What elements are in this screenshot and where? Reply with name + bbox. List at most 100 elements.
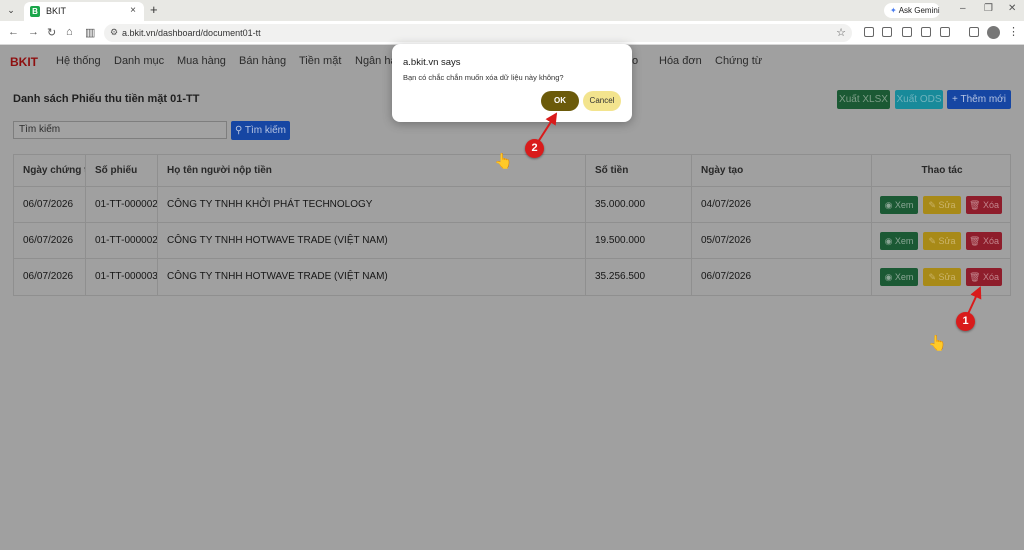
search-icon: ⚲ (234, 125, 245, 136)
page-title: Danh sách Phiếu thu tiền mặt 01-TT (13, 93, 200, 105)
ask-gemini-button[interactable]: ✦ Ask Gemini (884, 3, 940, 18)
browser-tab[interactable]: B BKIT × (24, 2, 144, 21)
export-xlsx-button[interactable]: Xuất XLSX (837, 90, 890, 109)
bookmark-star-icon[interactable]: ☆ (836, 26, 846, 39)
header-amount[interactable]: Số tiền (586, 155, 692, 187)
cell-amount: 19.500.000 (586, 223, 692, 259)
address-bar[interactable]: ⚙ a.bkit.vn/dashboard/document01-tt ☆ (104, 24, 852, 42)
header-created[interactable]: Ngày tạo (692, 155, 872, 187)
delete-button[interactable]: 🗑 Xóa (966, 196, 1002, 214)
restore-icon[interactable]: ❐ (984, 3, 993, 14)
password-key-icon[interactable] (864, 27, 874, 37)
edit-label: Sửa (938, 236, 956, 246)
delete-button[interactable]: 🗑 Xóa (966, 232, 1002, 250)
cell-created: 04/07/2026 (692, 187, 872, 223)
tab-close-icon[interactable]: × (130, 5, 136, 16)
minimize-icon[interactable]: – (960, 3, 966, 14)
eye-icon: ◉ (884, 200, 895, 210)
cell-date: 06/07/2026 (14, 259, 86, 295)
nav-item-mua-hang[interactable]: Mua hàng (177, 55, 226, 67)
tab-favicon: B (30, 6, 40, 17)
view-button[interactable]: ◉ Xem (880, 196, 918, 214)
cell-number: 01-TT-000002 (86, 187, 158, 223)
add-new-button[interactable]: + Thêm mới (947, 90, 1011, 109)
nav-item-hoa-don[interactable]: Hóa đơn (659, 55, 702, 67)
delete-label: Xóa (982, 200, 999, 210)
extension-icon[interactable] (940, 27, 950, 37)
pencil-icon: ✎ (928, 272, 939, 282)
step-marker-1: 1 (956, 312, 975, 331)
edit-button[interactable]: ✎ Sửa (923, 268, 961, 286)
url-text: a.bkit.vn/dashboard/document01-tt (122, 28, 261, 38)
receipts-table: Ngày chứng t Số phiếu Họ tên người nộp t… (13, 154, 1011, 296)
click-cursor-icon: 👆 (928, 335, 947, 352)
nav-item-ban-hang[interactable]: Bán hàng (239, 55, 286, 67)
tab-list-chevron-icon[interactable]: ⌄ (4, 3, 18, 17)
pencil-icon: ✎ (928, 200, 939, 210)
eye-icon: ◉ (884, 272, 895, 282)
edit-button[interactable]: ✎ Sửa (923, 232, 961, 250)
delete-button[interactable]: 🗑 Xóa (966, 268, 1002, 286)
trash-icon: 🗑 (969, 272, 983, 282)
trash-icon: 🗑 (969, 200, 983, 210)
search-button-label: Tìm kiếm (244, 125, 287, 136)
nav-item-ngan-hang[interactable]: Ngân hà (355, 55, 397, 67)
cell-number: 01-TT-000002 (86, 223, 158, 259)
header-date[interactable]: Ngày chứng t (14, 155, 86, 187)
forward-icon[interactable]: → (28, 26, 39, 38)
reload-icon[interactable]: ↻ (47, 26, 56, 39)
gemini-star-icon: ✦ (890, 6, 897, 15)
click-cursor-icon: 👆 (494, 153, 513, 170)
cancel-button[interactable]: Cancel (583, 91, 621, 111)
brand-logo[interactable]: BKIT (10, 55, 38, 69)
tab-search-icon[interactable] (921, 27, 931, 37)
edit-label: Sửa (938, 200, 956, 210)
nav-item-he-thong[interactable]: Hệ thống (56, 55, 101, 67)
ask-gemini-label: Ask Gemini (898, 6, 940, 15)
cell-payer: CÔNG TY TNHH HOTWAVE TRADE (VIỆT NAM) (158, 223, 586, 259)
export-ods-button[interactable]: Xuất ODS (895, 90, 943, 109)
browser-tab-bar: ⌄ B BKIT × + ✦ Ask Gemini – ❐ ✕ (0, 0, 1024, 21)
delete-label: Xóa (982, 272, 999, 282)
confirm-dialog: a.bkit.vn says Bạn có chắc chắn muốn xóa… (392, 44, 632, 122)
cell-amount: 35.256.500 (586, 259, 692, 295)
browser-toolbar: ← → ↻ ⌂ ▥ ⚙ a.bkit.vn/dashboard/document… (0, 21, 1024, 45)
home-icon[interactable]: ⌂ (66, 26, 73, 38)
view-button[interactable]: ◉ Xem (880, 232, 918, 250)
nav-item-tien-mat[interactable]: Tiền mặt (299, 55, 341, 67)
cell-created: 06/07/2026 (692, 259, 872, 295)
ok-button[interactable]: OK (541, 91, 579, 111)
search-input[interactable]: Tìm kiếm (13, 121, 227, 139)
delete-label: Xóa (982, 236, 999, 246)
view-label: Xem (894, 272, 914, 282)
search-button[interactable]: ⚲ Tìm kiếm (231, 121, 290, 140)
edit-button[interactable]: ✎ Sửa (923, 196, 961, 214)
header-number[interactable]: Số phiếu (86, 155, 158, 187)
header-actions: Thao tác (921, 165, 963, 176)
cell-payer: CÔNG TY TNHH KHỞI PHÁT TECHNOLOGY (158, 187, 586, 223)
trash-icon: 🗑 (969, 236, 983, 246)
cell-amount: 35.000.000 (586, 187, 692, 223)
view-label: Xem (894, 236, 914, 246)
view-button[interactable]: ◉ Xem (880, 268, 918, 286)
nav-item-danh-muc[interactable]: Danh mục (114, 55, 164, 67)
card-icon[interactable] (882, 27, 892, 37)
table-row: 06/07/2026 01-TT-000002 CÔNG TY TNHH KHỞ… (14, 187, 1010, 223)
tab-title: BKIT (46, 6, 67, 16)
new-tab-button[interactable]: + (150, 2, 158, 17)
nav-item-chung-tu[interactable]: Chứng từ (715, 55, 762, 67)
nav-item-partial[interactable]: o (632, 55, 638, 67)
header-payer[interactable]: Họ tên người nộp tiền (158, 155, 586, 187)
site-info-icon[interactable]: ⚙ (110, 27, 118, 38)
profile-avatar[interactable] (987, 26, 1000, 39)
close-window-icon[interactable]: ✕ (1008, 3, 1016, 14)
cell-date: 06/07/2026 (14, 223, 86, 259)
eye-icon: ◉ (884, 236, 895, 246)
browser-menu-icon[interactable]: ⋮ (1008, 25, 1019, 38)
side-panel-icon[interactable]: ▥ (85, 26, 95, 39)
reading-mode-icon[interactable] (902, 27, 912, 37)
back-icon[interactable]: ← (8, 26, 19, 38)
dialog-title: a.bkit.vn says (403, 57, 461, 68)
reading-list-icon[interactable] (969, 27, 979, 37)
table-row: 06/07/2026 01-TT-000002 CÔNG TY TNHH HOT… (14, 223, 1010, 259)
